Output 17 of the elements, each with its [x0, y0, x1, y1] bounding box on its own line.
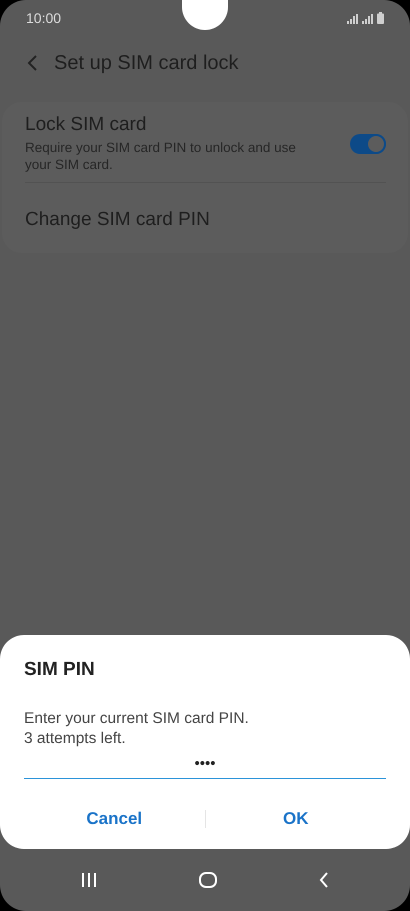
setting-title[interactable]: Change SIM card PIN [25, 208, 210, 231]
dialog-button[interactable]: Cancel [24, 799, 204, 839]
status-time: 10:00 [26, 10, 62, 26]
dialog-message: Enter your current SIM card PIN. [24, 708, 250, 729]
camera-notch [182, 0, 228, 30]
attempts-text: 3 attempts left. [24, 728, 127, 749]
battery-icon [377, 12, 384, 24]
signal-icon [362, 14, 374, 24]
pin-field[interactable]: •••• [24, 749, 386, 779]
setting-title[interactable]: Lock SIM card [25, 114, 315, 136]
dialog-title: SIM PIN [24, 658, 96, 681]
dialog-button[interactable]: OK [206, 799, 386, 839]
toggle-switch[interactable] [350, 134, 386, 154]
signal-icon [347, 14, 359, 24]
home-icon[interactable] [199, 872, 217, 888]
page-title: Set up SIM card lock [54, 52, 239, 74]
recent-apps-icon[interactable] [81, 873, 97, 887]
